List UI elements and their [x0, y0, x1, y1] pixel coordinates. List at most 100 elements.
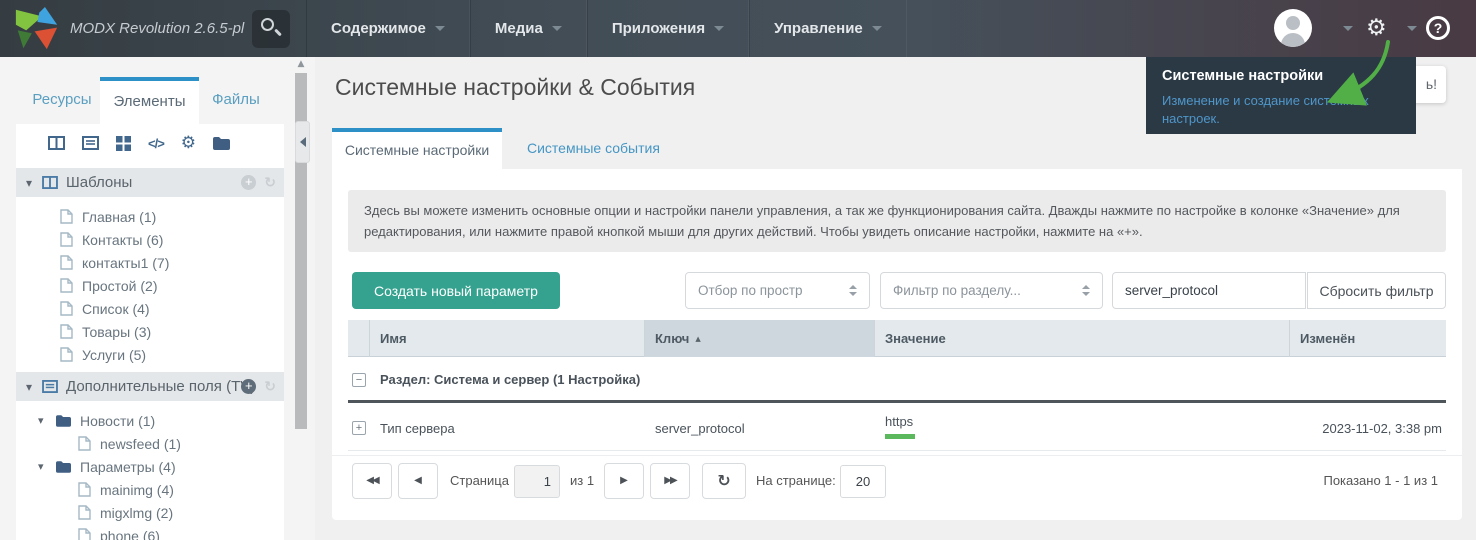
collapse-group-icon[interactable]: −	[352, 373, 366, 387]
grid-group-row: − Раздел: Система и сервер (1 Настройка)	[348, 357, 1446, 403]
page-label: Страница	[450, 473, 509, 488]
main-menu: Содержимое Медиа Приложения Управление	[306, 0, 907, 57]
showing-range-label: Показано 1 - 1 из 1	[1323, 473, 1438, 488]
panel-description: Здесь вы можете изменить основные опции …	[348, 190, 1446, 252]
chevron-down-icon	[434, 26, 445, 31]
settings-gear-icon[interactable]: ⚙	[1366, 14, 1387, 42]
collapse-caret-icon[interactable]: ▾	[38, 460, 56, 473]
section-label: Шаблоны	[66, 174, 133, 191]
collapse-caret-icon[interactable]: ▾	[26, 380, 42, 394]
tree-item-folder[interactable]: ▾ Новости (1)	[16, 409, 284, 432]
create-setting-button[interactable]: Создать новый параметр	[352, 272, 560, 309]
refresh-grid-button[interactable]: ↻	[702, 463, 746, 499]
popover-description: Изменение и создание системных настроек.	[1162, 93, 1369, 126]
top-bar: MODX Revolution 2.6.5-pl Содержимое Меди…	[0, 0, 1476, 57]
folder-icon[interactable]	[213, 136, 231, 150]
column-header-modified[interactable]: Изменён	[1290, 320, 1446, 357]
grid-header: Имя Ключ ▲ Значение Изменён	[348, 320, 1446, 357]
menu-media[interactable]: Медиа	[469, 0, 587, 57]
document-icon	[60, 232, 73, 247]
chevron-down-icon	[551, 26, 562, 31]
refresh-icon[interactable]: ↻	[264, 379, 276, 395]
folder-icon	[56, 414, 71, 427]
help-icon[interactable]: ?	[1426, 16, 1450, 40]
tree-section-templates[interactable]: ▾ Шаблоны + ↻	[16, 168, 284, 197]
header-gutter	[348, 320, 370, 357]
tree-item-template[interactable]: Контакты (6)	[16, 228, 284, 251]
tab-system-settings[interactable]: Системные настройки	[332, 128, 502, 170]
sidebar-collapse-handle[interactable]	[295, 121, 310, 163]
area-filter-select[interactable]: Фильтр по разделу...	[880, 272, 1103, 309]
namespace-filter-select[interactable]: Отбор по простр	[685, 272, 870, 309]
scroll-up-arrow-icon[interactable]: ▲	[294, 59, 308, 69]
setting-row[interactable]: + Тип сервера server_protocol https 2023…	[348, 406, 1446, 451]
next-page-button[interactable]: ▶	[604, 463, 644, 499]
column-header-value[interactable]: Значение	[875, 320, 1290, 357]
per-page-input[interactable]	[840, 465, 886, 498]
tree-item-tv[interactable]: mainimg (4)	[16, 478, 284, 501]
pagination-bar: ◀◀ ◀ Страница из 1 ▶ ▶▶ ↻ На странице: П…	[332, 455, 1462, 504]
column-header-name[interactable]: Имя	[370, 320, 645, 357]
category-gears-icon[interactable]: ⚙	[181, 134, 196, 152]
per-page-label: На странице:	[756, 473, 836, 488]
tree-section-tv[interactable]: ▾ Дополнительные поля (TV) + ↻	[16, 372, 284, 401]
menu-manage[interactable]: Управление	[749, 0, 907, 57]
tree-item-template[interactable]: Главная (1)	[16, 205, 284, 228]
chunk-icon[interactable]	[82, 136, 99, 150]
document-icon	[78, 436, 91, 451]
setting-modified: 2023-11-02, 3:38 pm	[1322, 421, 1442, 436]
page-of-label: из 1	[570, 473, 595, 488]
add-icon[interactable]: +	[241, 379, 257, 394]
sidebar-tab-elements[interactable]: Элементы	[100, 77, 199, 124]
document-icon	[60, 209, 73, 224]
snippet-icon[interactable]	[116, 135, 131, 151]
last-page-button[interactable]: ▶▶	[650, 463, 690, 499]
tv-list: ▾ Новости (1) newsfeed (1) ▾ Параметры (…	[16, 401, 284, 540]
tree-item-tv[interactable]: newsfeed (1)	[16, 432, 284, 455]
tree-item-template[interactable]: Товары (3)	[16, 320, 284, 343]
page-number-input[interactable]	[514, 465, 560, 498]
menu-extras[interactable]: Приложения	[586, 0, 750, 57]
add-icon[interactable]: +	[241, 175, 257, 190]
document-icon	[60, 301, 73, 316]
first-page-button[interactable]: ◀◀	[352, 463, 392, 499]
refresh-icon[interactable]: ↻	[264, 175, 276, 191]
tree-item-template[interactable]: Список (4)	[16, 297, 284, 320]
search-filter-input[interactable]	[1112, 272, 1306, 309]
collapse-caret-icon[interactable]: ▾	[26, 176, 42, 190]
group-label: Раздел: Система и сервер (1 Настройка)	[380, 372, 641, 387]
tree-item-tv[interactable]: phone (6)	[16, 524, 284, 540]
tree-item-tv[interactable]: migxlmg (2)	[16, 501, 284, 524]
elements-toolbar: </> ⚙	[16, 124, 284, 162]
select-arrows-icon	[1082, 285, 1090, 296]
menu-content[interactable]: Содержимое	[306, 0, 470, 57]
tab-system-events[interactable]: Системные события	[515, 128, 672, 169]
prev-page-button[interactable]: ◀	[398, 463, 438, 499]
reset-filter-button[interactable]: Сбросить фильтр	[1307, 272, 1446, 309]
document-icon	[78, 482, 91, 497]
chevron-left-icon	[299, 137, 306, 147]
user-avatar[interactable]	[1274, 9, 1312, 47]
tree-item-template[interactable]: Услуги (5)	[16, 343, 284, 366]
sidebar-tab-resources[interactable]: Ресурсы	[22, 77, 102, 123]
user-menu-chevron-icon[interactable]	[1343, 26, 1353, 31]
template-icon[interactable]	[48, 136, 65, 150]
tree-item-template[interactable]: Простой (2)	[16, 274, 284, 297]
plugin-icon[interactable]: </>	[148, 136, 165, 151]
tree-item-template[interactable]: контакты1 (7)	[16, 251, 284, 274]
collapse-caret-icon[interactable]: ▾	[38, 414, 56, 427]
document-icon	[78, 528, 91, 540]
search-button[interactable]	[252, 10, 290, 48]
document-icon	[60, 347, 73, 362]
folder-icon	[56, 460, 71, 473]
column-header-key[interactable]: Ключ ▲	[645, 320, 875, 357]
select-arrows-icon	[849, 285, 857, 296]
tree-item-folder[interactable]: ▾ Параметры (4)	[16, 455, 284, 478]
settings-panel: Здесь вы можете изменить основные опции …	[332, 169, 1462, 520]
setting-value[interactable]: https	[885, 414, 913, 429]
expand-row-icon[interactable]: +	[352, 421, 366, 435]
sidebar-tab-files[interactable]: Файлы	[203, 77, 269, 123]
tv-list-icon	[42, 380, 58, 393]
templates-list: Главная (1) Контакты (6) контакты1 (7) П…	[16, 197, 284, 372]
settings-chevron-icon[interactable]	[1407, 26, 1417, 31]
